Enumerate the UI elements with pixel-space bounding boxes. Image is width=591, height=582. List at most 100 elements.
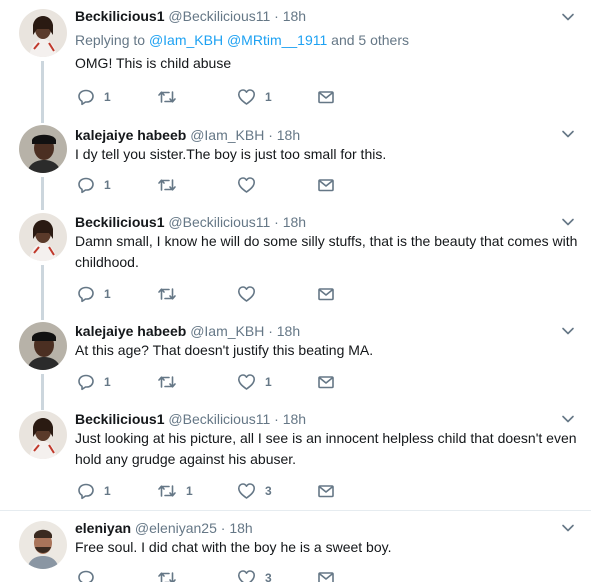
retweet-icon bbox=[157, 373, 177, 391]
avatar[interactable] bbox=[19, 125, 67, 173]
like-button[interactable] bbox=[237, 175, 265, 195]
tweet[interactable]: kalejaiye habeeb @Iam_KBH · 18h At this … bbox=[0, 314, 591, 402]
like-button[interactable]: 3 bbox=[237, 568, 272, 582]
tweet[interactable]: kalejaiye habeeb @Iam_KBH · 18h I dy tel… bbox=[0, 109, 591, 204]
reply-count: 1 bbox=[104, 484, 111, 498]
envelope-icon bbox=[317, 373, 335, 391]
timestamp[interactable]: 18h bbox=[277, 127, 300, 143]
mention-link[interactable]: @Iam_KBH bbox=[149, 32, 223, 48]
retweet-icon bbox=[157, 285, 177, 303]
tweet-header: kalejaiye habeeb @Iam_KBH · 18h bbox=[75, 322, 300, 340]
direct-message-button[interactable] bbox=[317, 372, 335, 392]
heart-icon bbox=[237, 176, 256, 194]
chevron-down-icon[interactable] bbox=[561, 521, 575, 535]
tweet-actions: 1 1 3 bbox=[75, 481, 375, 501]
tweet-header: kalejaiye habeeb @Iam_KBH · 18h bbox=[75, 126, 300, 144]
avatar[interactable] bbox=[19, 411, 67, 459]
thread-connector-line bbox=[41, 374, 44, 402]
thread-connector-line bbox=[41, 204, 44, 210]
user-handle[interactable]: @eleniyan25 bbox=[135, 520, 217, 536]
chevron-down-icon[interactable] bbox=[561, 215, 575, 229]
replying-others[interactable]: and 5 others bbox=[331, 32, 409, 48]
like-button[interactable] bbox=[237, 284, 265, 304]
timestamp[interactable]: 18h bbox=[283, 214, 306, 230]
timestamp[interactable]: 18h bbox=[283, 411, 306, 427]
tweet-text: Damn small, I know he will do some silly… bbox=[75, 233, 578, 270]
direct-message-button[interactable] bbox=[317, 175, 335, 195]
tweet[interactable]: Beckilicious1 @Beckilicious11 · 18h Just… bbox=[0, 402, 591, 510]
reply-count: 1 bbox=[104, 287, 111, 301]
tweet[interactable]: Beckilicious1 @Beckilicious11 · 18h Damn… bbox=[0, 204, 591, 314]
tweet-header: Beckilicious1 @Beckilicious11 · 18h bbox=[75, 213, 306, 231]
tweet[interactable]: eleniyan @eleniyan25 · 18h Free soul. I … bbox=[0, 511, 591, 582]
heart-icon bbox=[237, 482, 256, 500]
like-count: 3 bbox=[265, 484, 272, 498]
reply-button[interactable]: 1 bbox=[77, 372, 111, 392]
tweet-text: Just looking at his picture, all I see i… bbox=[75, 430, 577, 467]
user-handle[interactable]: @Iam_KBH bbox=[190, 323, 264, 339]
display-name[interactable]: kalejaiye habeeb bbox=[75, 127, 186, 143]
display-name[interactable]: kalejaiye habeeb bbox=[75, 323, 186, 339]
separator-dot: · bbox=[274, 8, 279, 24]
avatar[interactable] bbox=[19, 213, 67, 261]
retweet-button[interactable] bbox=[157, 175, 186, 195]
mention-link[interactable]: @MRtim__1911 bbox=[227, 32, 327, 48]
tweet-actions: 1 1 bbox=[75, 87, 375, 107]
tweet[interactable]: Beckilicious1 @Beckilicious11 · 18h Repl… bbox=[0, 0, 591, 109]
user-handle[interactable]: @Beckilicious11 bbox=[168, 214, 270, 230]
retweet-button[interactable] bbox=[157, 372, 186, 392]
avatar[interactable] bbox=[19, 9, 67, 57]
chevron-down-icon[interactable] bbox=[561, 127, 575, 141]
reply-count: 1 bbox=[104, 90, 111, 104]
like-count: 1 bbox=[265, 375, 272, 389]
like-count: 3 bbox=[265, 571, 272, 582]
reply-button[interactable]: 1 bbox=[77, 481, 111, 501]
reply-button[interactable]: 1 bbox=[77, 284, 111, 304]
user-handle[interactable]: @Beckilicious11 bbox=[168, 8, 270, 24]
retweet-button[interactable] bbox=[157, 568, 186, 582]
tweet-actions: 3 bbox=[75, 568, 375, 582]
reply-count: 1 bbox=[104, 178, 111, 192]
direct-message-button[interactable] bbox=[317, 568, 335, 582]
reply-icon bbox=[77, 88, 95, 106]
separator-dot: · bbox=[274, 411, 279, 427]
chevron-down-icon[interactable] bbox=[561, 412, 575, 426]
tweet-actions: 1 bbox=[75, 284, 375, 304]
retweet-button[interactable] bbox=[157, 284, 186, 304]
tweet-header: Beckilicious1 @Beckilicious11 · 18h bbox=[75, 7, 306, 25]
like-button[interactable]: 1 bbox=[237, 87, 272, 107]
display-name[interactable]: eleniyan bbox=[75, 520, 131, 536]
heart-icon bbox=[237, 569, 256, 582]
display-name[interactable]: Beckilicious1 bbox=[75, 214, 165, 230]
direct-message-button[interactable] bbox=[317, 284, 335, 304]
reply-icon bbox=[77, 569, 95, 582]
thread-connector-line bbox=[41, 109, 44, 123]
like-button[interactable]: 3 bbox=[237, 481, 272, 501]
heart-icon bbox=[237, 373, 256, 391]
timestamp[interactable]: 18h bbox=[277, 323, 300, 339]
tweet-text: I dy tell you sister.The boy is just too… bbox=[75, 146, 387, 162]
retweet-button[interactable]: 1 bbox=[157, 481, 193, 501]
avatar[interactable] bbox=[19, 521, 67, 569]
separator-dot: · bbox=[274, 214, 279, 230]
like-count: 1 bbox=[265, 90, 272, 104]
timestamp[interactable]: 18h bbox=[229, 520, 252, 536]
like-button[interactable]: 1 bbox=[237, 372, 272, 392]
display-name[interactable]: Beckilicious1 bbox=[75, 411, 165, 427]
user-handle[interactable]: @Iam_KBH bbox=[190, 127, 264, 143]
tweet-header: eleniyan @eleniyan25 · 18h bbox=[75, 519, 253, 537]
direct-message-button[interactable] bbox=[317, 87, 335, 107]
display-name[interactable]: Beckilicious1 bbox=[75, 8, 165, 24]
timestamp[interactable]: 18h bbox=[283, 8, 306, 24]
tweet-actions: 1 1 bbox=[75, 372, 375, 392]
chevron-down-icon[interactable] bbox=[561, 324, 575, 338]
retweet-button[interactable] bbox=[157, 87, 186, 107]
avatar[interactable] bbox=[19, 322, 67, 370]
direct-message-button[interactable] bbox=[317, 481, 335, 501]
user-handle[interactable]: @Beckilicious11 bbox=[168, 411, 270, 427]
reply-button[interactable] bbox=[77, 568, 104, 582]
reply-button[interactable]: 1 bbox=[77, 175, 111, 195]
chevron-down-icon[interactable] bbox=[561, 10, 575, 24]
reply-button[interactable]: 1 bbox=[77, 87, 111, 107]
thread-connector-line bbox=[41, 314, 44, 320]
